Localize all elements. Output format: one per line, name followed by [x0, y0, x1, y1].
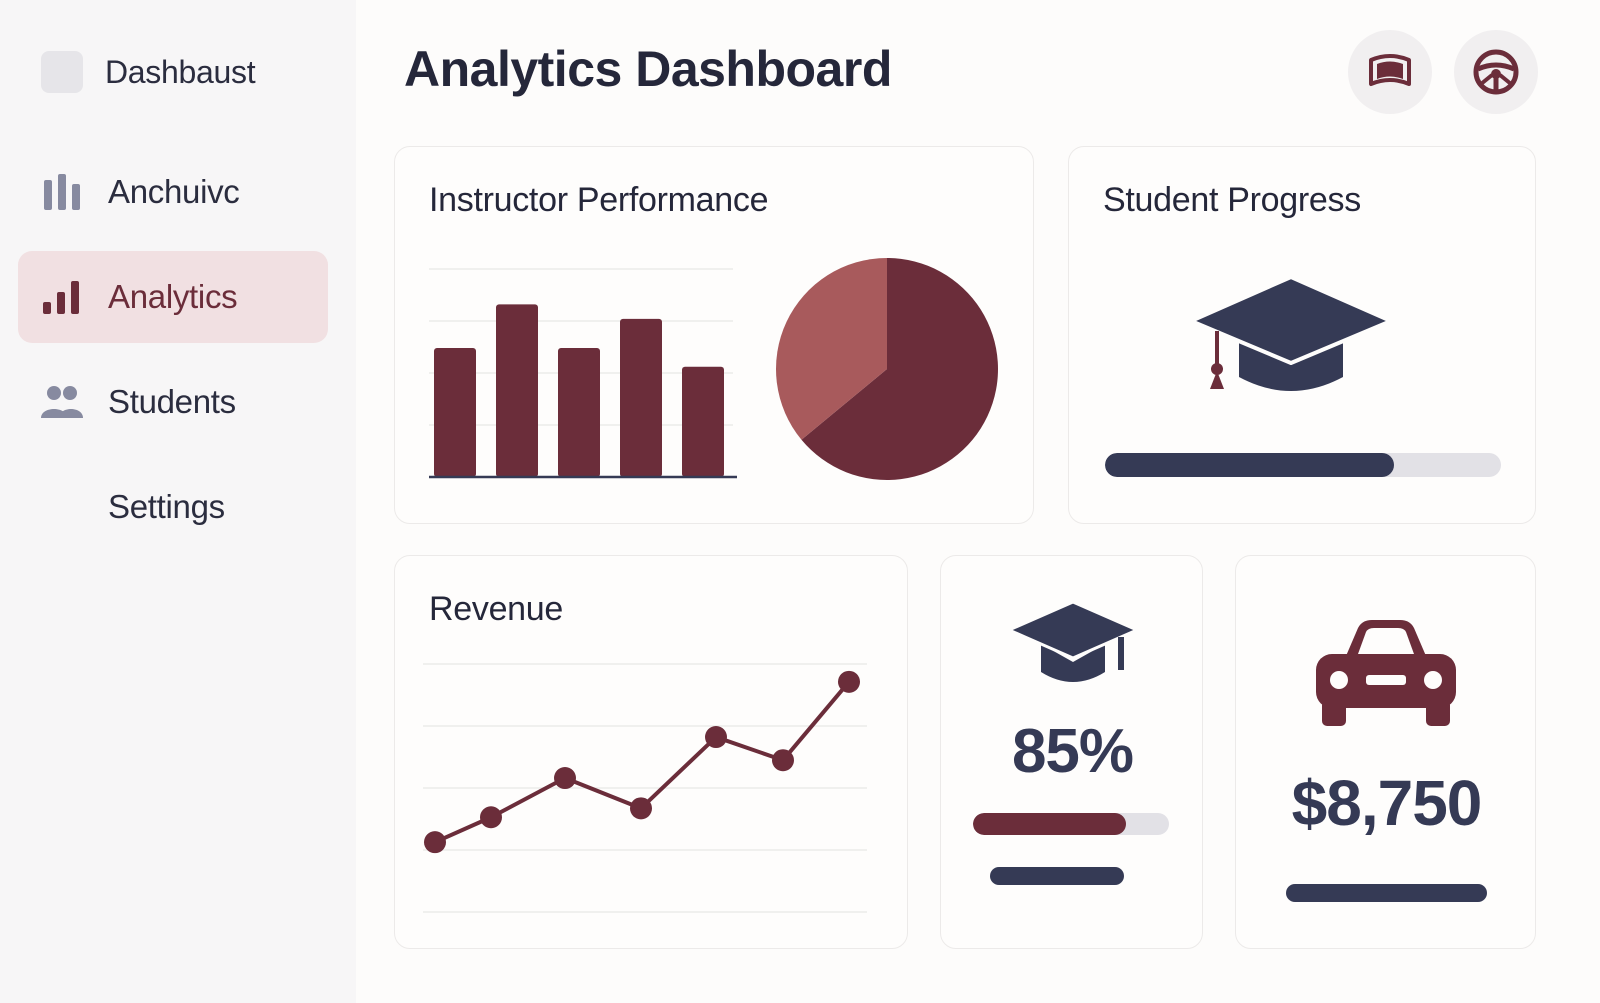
earnings-card: $8,750 [1235, 555, 1536, 949]
sidebar-item-label: Anchuivc [108, 173, 240, 210]
sidebar-item-label: Settings [108, 488, 225, 525]
sidebar-item-students[interactable]: Students [18, 356, 328, 448]
student-progress-card: Student Progress [1068, 146, 1536, 524]
card-title: Student Progress [1103, 181, 1361, 219]
brand-logo [40, 50, 84, 94]
bar [558, 348, 600, 477]
pass-rate-progress-fill [973, 813, 1126, 835]
graduation-cap-icon [1007, 600, 1139, 682]
bar [620, 318, 662, 477]
car-icon [1316, 620, 1456, 726]
data-point [424, 831, 446, 854]
bar-columns-icon [40, 170, 84, 214]
student-progress-fill [1105, 453, 1395, 477]
earnings-value: $8,750 [1291, 767, 1483, 839]
sidebar-item-anchuivc[interactable]: Anchuivc [18, 146, 328, 238]
data-point [772, 749, 794, 772]
bar-chart-icon [40, 275, 84, 319]
data-point [554, 767, 576, 790]
pass-rate-card: 85% [940, 555, 1203, 949]
revenue-card: Revenue [394, 555, 908, 949]
instructor-performance-card: Instructor Performance [394, 146, 1034, 524]
bar [434, 348, 476, 477]
sidebar: Dashbaust Anchuivc Analytics Students Se… [0, 0, 356, 1003]
bar [682, 366, 724, 477]
page-title: Analytics Dashboard [404, 41, 892, 97]
users-icon [40, 380, 84, 424]
sidebar-brand[interactable]: Dashbaust [18, 26, 328, 118]
sidebar-item-label: Students [108, 383, 236, 420]
steering-button[interactable] [1454, 30, 1538, 114]
instructor-bar-chart [429, 268, 737, 479]
earnings-bar [1286, 884, 1487, 902]
brand-label: Dashbaust [105, 53, 256, 90]
steering-wheel-icon [1473, 49, 1519, 95]
card-title: Revenue [429, 590, 563, 628]
flag-button[interactable] [1348, 30, 1432, 114]
pass-rate-progress-bar [973, 813, 1169, 835]
data-point [630, 797, 652, 820]
bar [496, 304, 538, 477]
data-point [838, 670, 860, 693]
pass-rate-bar [990, 867, 1124, 885]
data-point [705, 726, 727, 749]
instructor-pie-chart [776, 258, 998, 480]
card-title: Instructor Performance [429, 181, 769, 219]
pass-rate-value: 85% [1011, 717, 1134, 786]
sidebar-item-label: Analytics [108, 278, 238, 315]
graduation-cap-icon [1189, 275, 1393, 391]
flag-icon [1369, 54, 1411, 86]
sidebar-item-settings[interactable]: Settings [18, 461, 328, 553]
sidebar-item-analytics[interactable]: Analytics [18, 251, 328, 343]
revenue-line-chart [423, 663, 867, 913]
student-progress-bar [1105, 453, 1501, 477]
data-point [480, 806, 502, 829]
